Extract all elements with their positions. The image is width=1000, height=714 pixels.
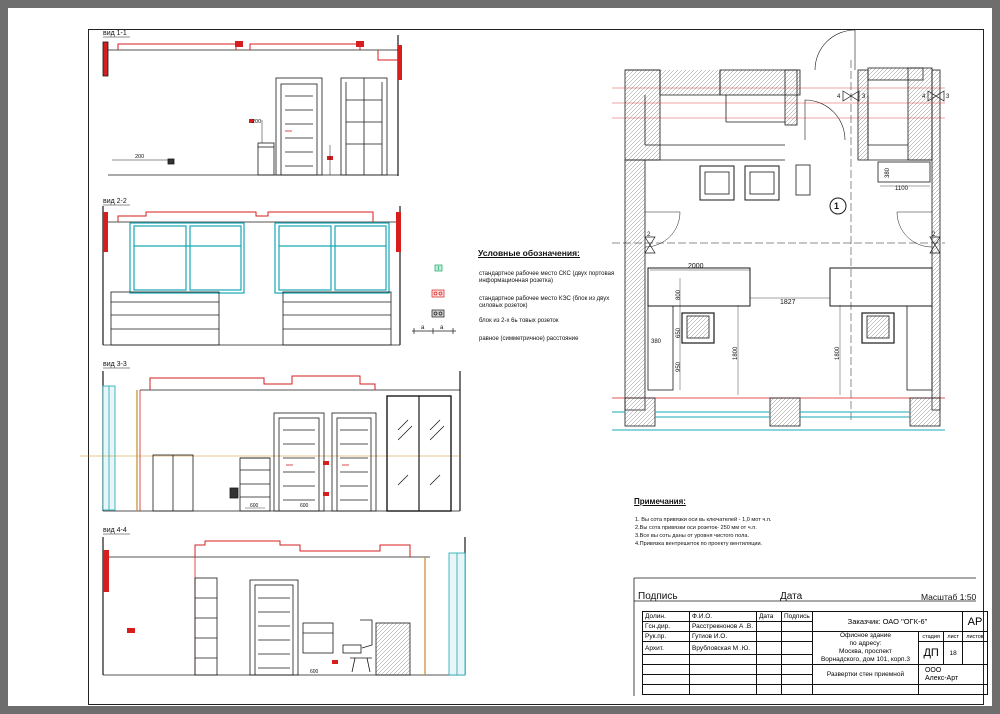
section-3-3: вид 3-3 600 600 bbox=[80, 361, 461, 512]
legend-sym-b: a bbox=[440, 325, 444, 331]
note-item: 1. Вы сота привязки оси вь ключателей - … bbox=[635, 517, 772, 523]
legend-item-text: блок из 2-х 6ь товых розеток bbox=[479, 318, 559, 324]
tb-col-date: Дата bbox=[756, 611, 782, 622]
tb-building-name: Офисное здание bbox=[839, 632, 891, 639]
dim-1100: 1100 bbox=[895, 186, 909, 192]
legend-title: Условные обозначения: bbox=[478, 248, 580, 258]
title-block-table: Долин. Ф.И.О. Дата Подпись Заказчик: ОАО… bbox=[642, 611, 989, 695]
tb-sheets bbox=[962, 641, 988, 665]
dim-380-b: 380 bbox=[885, 167, 891, 178]
tb-col-sign: Подпись bbox=[781, 611, 813, 622]
note-item: 4.Привязка вентрешеток по проекту вентил… bbox=[635, 541, 763, 547]
tb-name: Ф.И.О. bbox=[689, 611, 757, 622]
tb-customer: Заказчик: ОАО "ОГК-6" bbox=[812, 611, 963, 632]
drawing-canvas: вид 1-1 200 200 вид 2-2 a a вид 3-3 600 … bbox=[80, 29, 976, 696]
legend-symbols bbox=[412, 264, 456, 334]
marker-4-a: 4 bbox=[837, 94, 841, 100]
tb-org: ООО Алекс-Арт bbox=[917, 664, 989, 685]
dim-600-c: 600 bbox=[310, 669, 319, 675]
dim-1800-b: 1800 bbox=[835, 346, 841, 360]
tb-sheet-h: лист bbox=[943, 631, 963, 642]
tb-stage-h: стадия bbox=[917, 631, 945, 642]
signature-label: Подпись bbox=[638, 591, 678, 602]
tb-sheet: 18 bbox=[943, 641, 963, 665]
tb-role: Гсн.дир. bbox=[642, 621, 690, 632]
legend-item-text: стандартное рабочее место КЭС (блок из д… bbox=[479, 296, 610, 309]
tb-drawing: Развертки стен приемной bbox=[812, 664, 919, 685]
tb-role: Рук.пр. bbox=[642, 631, 690, 642]
marker-3-b: 3 bbox=[946, 94, 950, 100]
dim-950: 950 bbox=[676, 361, 682, 372]
tb-name: Расстрекнонов А .В. bbox=[689, 621, 757, 632]
section-3-3-label: вид 3-3 bbox=[103, 361, 127, 368]
tb-role: Долин. bbox=[642, 611, 690, 622]
section-1-1-label: вид 1-1 bbox=[103, 30, 127, 37]
legend-item-text: стандартное рабочее место СКС (двух порт… bbox=[479, 271, 615, 284]
dim-1827: 1827 bbox=[780, 299, 796, 306]
tb-code: АР bbox=[962, 611, 988, 632]
legend-sym-a: a bbox=[421, 325, 425, 331]
section-2-2-label: вид 2-2 bbox=[103, 198, 127, 205]
dim-600-b: 600 bbox=[300, 503, 309, 509]
section-2-2: вид 2-2 bbox=[102, 198, 401, 346]
tb-name: Гутиов И.О. bbox=[689, 631, 757, 642]
dim-800: 800 bbox=[676, 289, 682, 300]
tb-name: Врубловская М .Ю. bbox=[689, 641, 757, 655]
legend-item-text: равное (симметричное) расстояние bbox=[479, 336, 579, 342]
date-label: Дата bbox=[780, 591, 803, 602]
tb-stage: ДП bbox=[917, 641, 945, 665]
axis-marker-1: 1 bbox=[834, 201, 839, 211]
dim-380-a: 380 bbox=[651, 339, 662, 345]
dim-2000: 2000 bbox=[688, 263, 704, 270]
note-item: 2.Вы сота привязки оси розеток- 250 мм о… bbox=[635, 525, 757, 531]
tb-role: Архит. bbox=[642, 641, 690, 655]
dim-1800-a: 1800 bbox=[733, 346, 739, 360]
section-1-1: вид 1-1 200 200 bbox=[102, 30, 402, 176]
section-4-4: вид 4-4 600 bbox=[102, 527, 466, 676]
dim-200-a: 200 bbox=[135, 154, 144, 160]
floor-plan bbox=[612, 29, 945, 431]
drawing-sheet: вид 1-1 200 200 вид 2-2 a a вид 3-3 600 … bbox=[8, 8, 992, 706]
tb-address: по адресу: Москва, проспект Ворнадского,… bbox=[820, 640, 910, 663]
notes-title: Примечания: bbox=[634, 497, 686, 506]
tb-sheets-h: листов bbox=[962, 631, 988, 642]
dim-200-b: 200 bbox=[252, 119, 261, 125]
tb-building: Офисное здание по адресу: Москва, проспек… bbox=[812, 631, 919, 665]
dim-650: 650 bbox=[676, 327, 682, 338]
section-4-4-label: вид 4-4 bbox=[103, 527, 127, 534]
note-item: 3.Все вы соть даны от уровня чистого пол… bbox=[635, 533, 749, 539]
scale-label: Масштаб 1:50 bbox=[921, 592, 977, 602]
dim-600-a: 600 bbox=[250, 503, 259, 509]
